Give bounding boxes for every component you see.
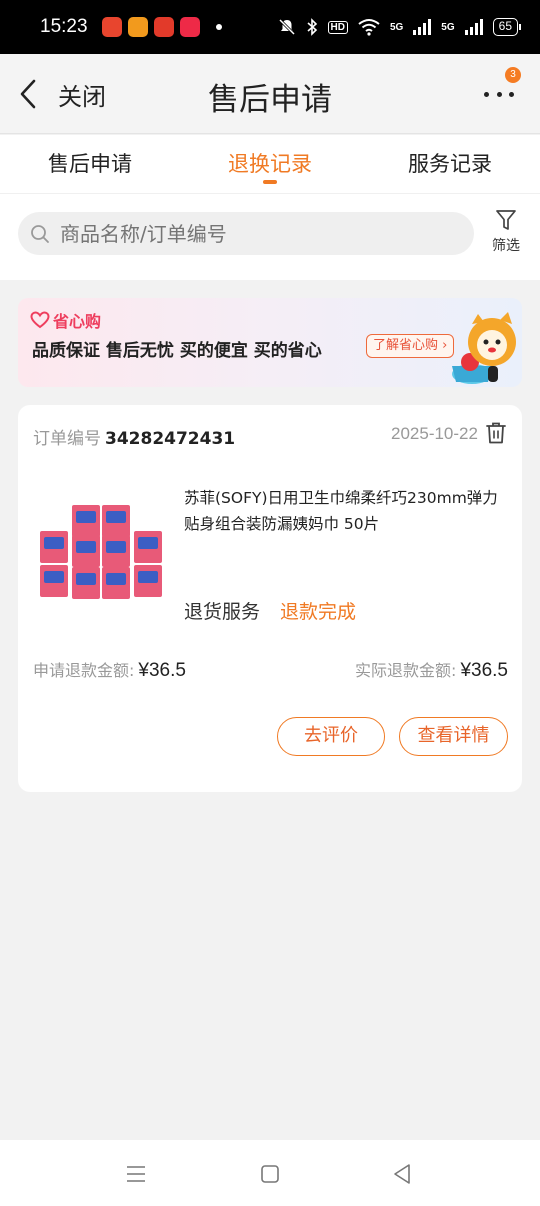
app-header: 关闭 售后申请 3	[0, 54, 540, 134]
filter-icon	[496, 210, 516, 230]
banner-brand: 省心购	[30, 308, 101, 332]
review-button[interactable]: 去评价	[277, 717, 385, 756]
status-indicators: HD 5G 5G 65	[278, 18, 522, 36]
actual-refund: 实际退款金额: ¥36.5	[355, 657, 508, 682]
home-icon[interactable]	[256, 1160, 284, 1188]
banner-slogan: 品质保证 售后无忧 买的便宜 买的省心	[32, 341, 322, 361]
order-number-label: 订单编号	[33, 429, 101, 449]
tab-bar: 售后申请 退换记录 服务记录	[0, 135, 540, 193]
back-icon[interactable]	[389, 1160, 417, 1188]
product-title[interactable]: 苏菲(SOFY)日用卫生巾绵柔纤巧230mm弹力贴身组合装防漏姨妈巾 50片	[184, 485, 504, 537]
search-icon	[31, 224, 49, 243]
promo-banner[interactable]: 省心购 品质保证 售后无忧 买的便宜 买的省心 了解省心购 ›	[18, 298, 522, 387]
page-title: 售后申请	[208, 82, 332, 118]
search-area: 筛选	[0, 193, 540, 280]
product-image[interactable]	[38, 497, 168, 605]
applied-refund-amount: ¥36.5	[138, 660, 186, 681]
order-number: 34282472431	[105, 429, 236, 449]
tab-exchange-records[interactable]: 退换记录	[180, 135, 360, 193]
signal-icon-2	[464, 19, 483, 35]
more-dot-icon	[509, 91, 514, 97]
bluetooth-icon	[306, 18, 318, 36]
service-status: 退款完成	[280, 601, 357, 623]
more-options-button[interactable]	[484, 84, 514, 104]
actual-refund-amount: ¥36.5	[460, 660, 508, 681]
order-date: 2025-10-22	[391, 424, 478, 443]
more-dot-icon	[496, 91, 502, 97]
heart-icon	[30, 311, 50, 329]
toutiao-app-icon	[101, 17, 122, 37]
filter-button[interactable]: 筛选	[490, 208, 522, 255]
menu-icon[interactable]	[122, 1160, 150, 1188]
mute-icon	[278, 18, 296, 36]
wechat-app-icon	[127, 17, 148, 37]
network-type-1: 5G	[389, 21, 404, 33]
order-card[interactable]: 订单编号 34282472431 2025-10-22 苏菲(SOFY)日用卫生…	[18, 405, 522, 792]
service-type: 退货服务	[184, 601, 261, 623]
tab-label: 服务记录	[408, 152, 492, 176]
search-box[interactable]	[18, 212, 474, 255]
notification-badge: 3	[505, 67, 521, 83]
xiaohongshu-app-icon	[179, 17, 200, 37]
search-input[interactable]	[60, 221, 460, 246]
applied-refund-label: 申请退款金额:	[33, 661, 135, 680]
signal-icon-1	[413, 19, 432, 35]
order-number-row: 订单编号 34282472431	[33, 424, 235, 449]
tab-active-indicator	[263, 180, 277, 184]
wifi-icon	[358, 18, 380, 36]
tab-label: 退换记录	[228, 152, 312, 176]
notification-dot-icon	[215, 24, 222, 30]
more-dot-icon	[484, 91, 489, 97]
mascot-icon	[452, 312, 516, 384]
tab-service-records[interactable]: 服务记录	[360, 135, 540, 193]
status-app-icons	[101, 17, 222, 37]
tab-after-sale-apply[interactable]: 售后申请	[0, 135, 180, 193]
product-package-icon	[40, 505, 162, 599]
banner-brand-text: 省心购	[53, 312, 102, 331]
filter-label: 筛选	[492, 238, 520, 254]
network-type-2: 5G	[441, 21, 455, 33]
view-details-button[interactable]: 查看详情	[399, 717, 508, 756]
actual-refund-label: 实际退款金额:	[355, 661, 457, 680]
hd-icon: HD	[327, 20, 348, 34]
hongbao-app-icon	[153, 17, 174, 37]
battery-icon: 65	[492, 18, 522, 36]
system-nav-bar	[0, 1140, 540, 1206]
applied-refund: 申请退款金额: ¥36.5	[33, 657, 186, 682]
status-bar: 15:23 HD 5G 5G 65	[0, 0, 540, 54]
tab-label: 售后申请	[48, 152, 132, 176]
trash-icon[interactable]	[485, 421, 507, 445]
status-time: 15:23	[40, 16, 88, 37]
